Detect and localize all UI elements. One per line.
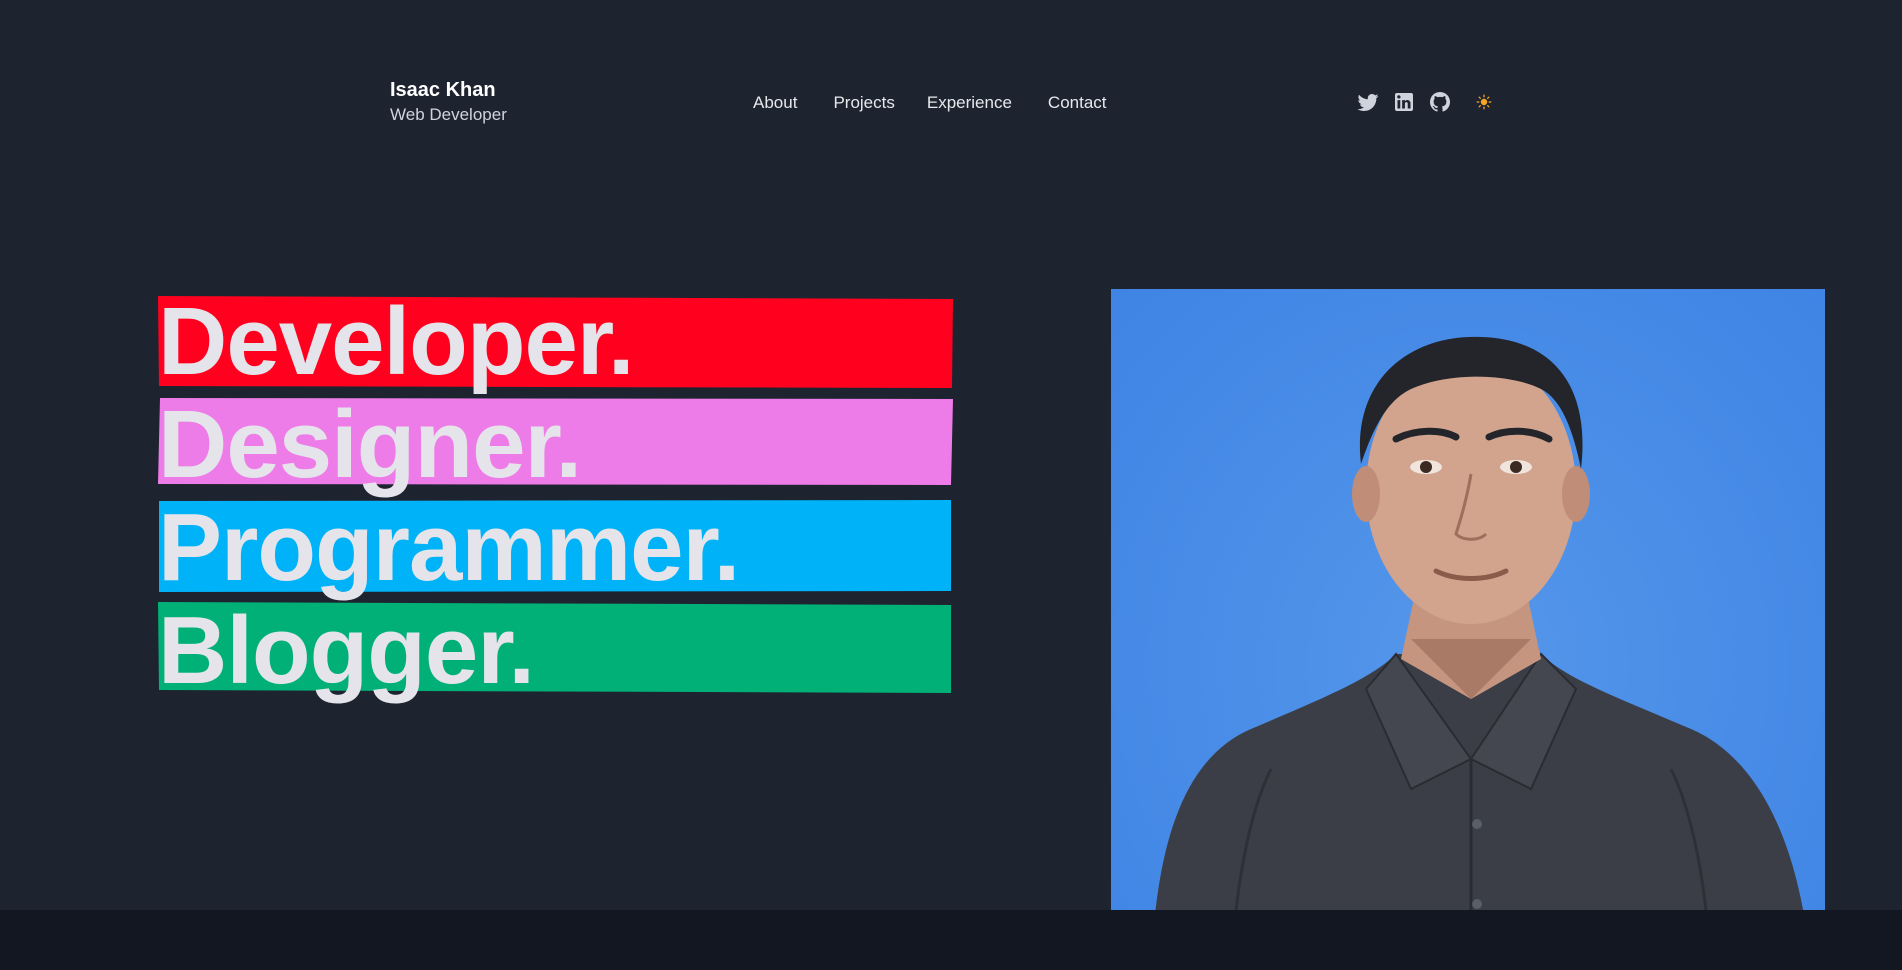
hero-word-designer: Designer.: [155, 393, 955, 502]
hero-word-text: Programmer.: [158, 494, 740, 601]
main-nav: About Projects Experience Contact: [753, 92, 1107, 114]
hero-word-developer: Developer.: [155, 290, 955, 399]
hero-word-text: Blogger.: [158, 597, 535, 704]
nav-contact[interactable]: Contact: [1048, 92, 1107, 114]
github-icon[interactable]: [1428, 90, 1452, 114]
linkedin-icon[interactable]: [1392, 90, 1416, 114]
nav-about[interactable]: About: [753, 92, 797, 114]
hero-word-programmer: Programmer.: [155, 496, 955, 605]
nav-projects[interactable]: Projects: [833, 92, 894, 114]
hero-word-text: Developer.: [158, 288, 635, 395]
twitter-icon[interactable]: [1356, 90, 1380, 114]
hero-word-blogger: Blogger.: [155, 599, 955, 708]
footer-band: [0, 910, 1902, 970]
brand-name[interactable]: Isaac Khan: [390, 78, 507, 102]
page: Isaac Khan Web Developer About Projects …: [0, 0, 1902, 970]
brand[interactable]: Isaac Khan Web Developer: [390, 78, 507, 126]
site-header: Isaac Khan Web Developer About Projects …: [0, 0, 1902, 160]
sun-icon[interactable]: [1474, 92, 1494, 112]
profile-photo: [1111, 289, 1825, 970]
hero-words: Developer. Designer. Programmer. Blogger…: [155, 290, 955, 708]
social-links: [1356, 90, 1494, 114]
hero-word-text: Designer.: [158, 391, 582, 498]
brand-role: Web Developer: [390, 105, 507, 124]
nav-experience[interactable]: Experience: [927, 92, 1012, 114]
